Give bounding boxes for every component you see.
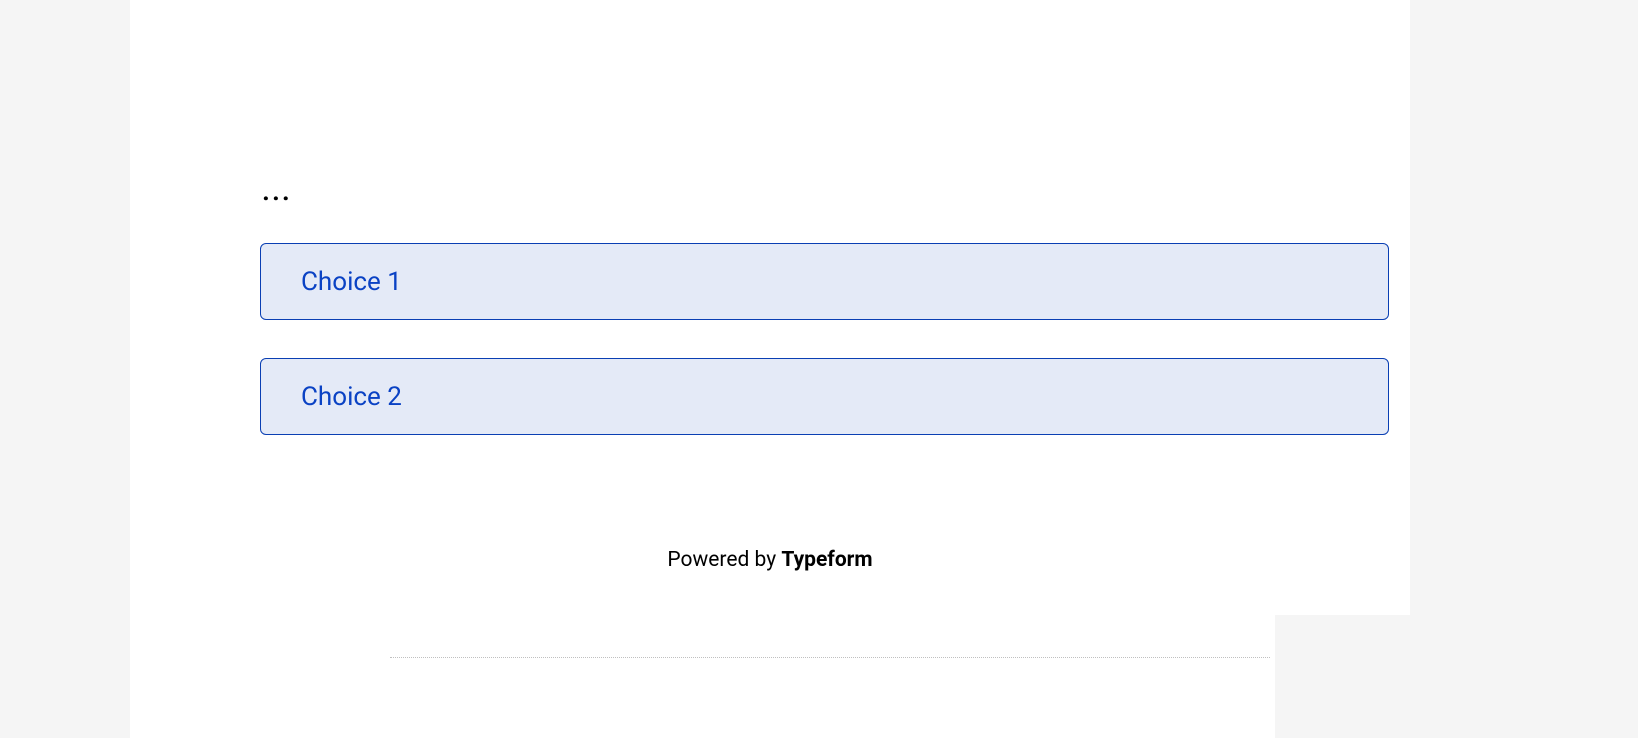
choice-option-1[interactable]: Choice 1	[260, 243, 1389, 320]
choice-label: Choice 2	[301, 382, 402, 412]
choice-option-2[interactable]: Choice 2	[260, 358, 1389, 435]
section-divider-bottom	[390, 657, 1270, 658]
footer-brand: Typeform	[781, 548, 872, 572]
choice-label: Choice 1	[301, 267, 402, 297]
question-label: ...	[262, 174, 292, 207]
form-embed: ... Choice 1 Choice 2 Powered by Typefor…	[130, 0, 1410, 615]
powered-by-footer[interactable]: Powered by Typeform	[130, 548, 1410, 572]
page-container: ... Choice 1 Choice 2 Powered by Typefor…	[130, 0, 1275, 738]
choices-list: Choice 1 Choice 2	[260, 243, 1389, 473]
footer-prefix: Powered by	[667, 548, 781, 572]
